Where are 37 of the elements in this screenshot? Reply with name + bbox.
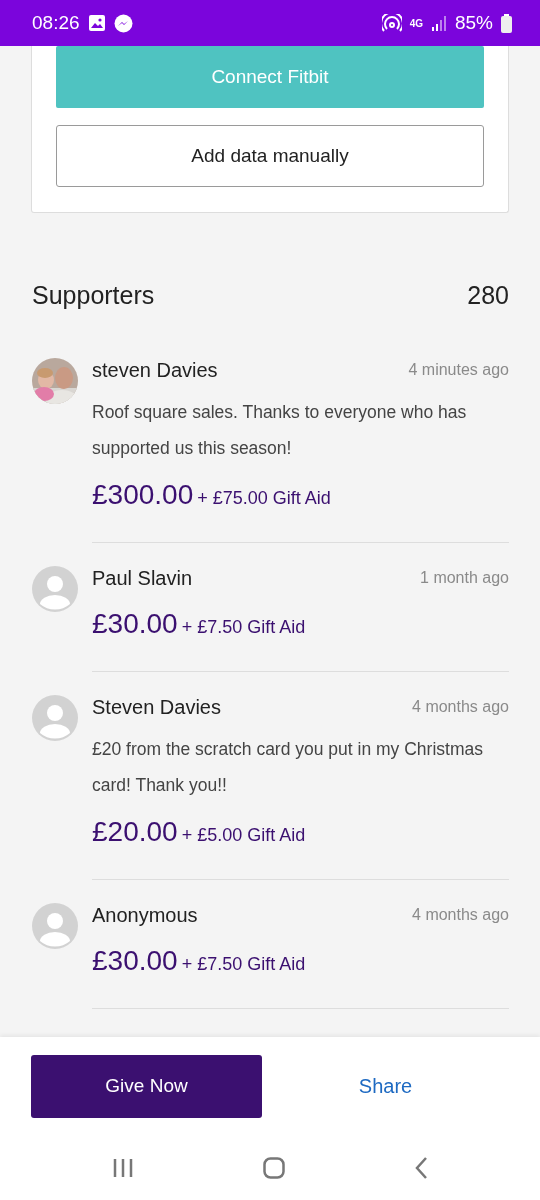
hotspot-icon: [381, 14, 402, 32]
recent-apps-icon: [112, 1157, 135, 1178]
avatar-icon: [32, 565, 78, 612]
donation-time: 4 months ago: [412, 904, 509, 925]
supporter-name: steven Davies: [92, 357, 218, 383]
donation-time: 1 month ago: [420, 567, 509, 588]
supporter-name: Steven Davies: [92, 694, 221, 720]
share-link[interactable]: Share: [358, 1071, 413, 1101]
gift-aid-amount: + £75.00 Gift Aid: [197, 486, 331, 510]
donation-amount: £20.00: [92, 814, 178, 849]
avatar-icon: [32, 694, 78, 741]
give-now-button[interactable]: Give Now: [31, 1054, 262, 1118]
donation-message: £20 from the scratch card you put in my Christmas card! Thank you!!: [92, 737, 484, 797]
donation-time: 4 minutes ago: [408, 359, 509, 380]
avatar-icon: [32, 902, 78, 949]
gallery-icon: [87, 14, 106, 32]
battery-icon: [501, 13, 512, 33]
messenger-icon: [113, 13, 133, 33]
signal-icon: [430, 15, 447, 31]
supporter-name: Paul Slavin: [92, 565, 193, 591]
supporter-count: 280: [467, 280, 509, 311]
donation-amount: £300.00: [92, 477, 194, 512]
add-data-button[interactable]: Add data manually: [56, 125, 484, 187]
donation-time: 4 months ago: [412, 696, 509, 717]
donation-amount: £30.00: [92, 606, 178, 641]
donation-message: Roof square sales. Thanks to everyone who has supported us this season!: [92, 400, 468, 460]
home-icon: [263, 1156, 285, 1179]
network-type: 4G: [409, 16, 423, 31]
donation-amount: £30.00: [92, 943, 178, 978]
battery-level: 85%: [454, 10, 493, 35]
gift-aid-amount: + £5.00 Gift Aid: [181, 823, 306, 847]
supporter-name: Anonymous: [92, 902, 198, 928]
section-title: Supporters: [32, 280, 155, 311]
back-icon: [413, 1156, 428, 1179]
clock-time: 08:26: [32, 10, 80, 35]
gift-aid-amount: + £7.50 Gift Aid: [181, 952, 306, 976]
gift-aid-amount: + £7.50 Gift Aid: [181, 615, 306, 639]
